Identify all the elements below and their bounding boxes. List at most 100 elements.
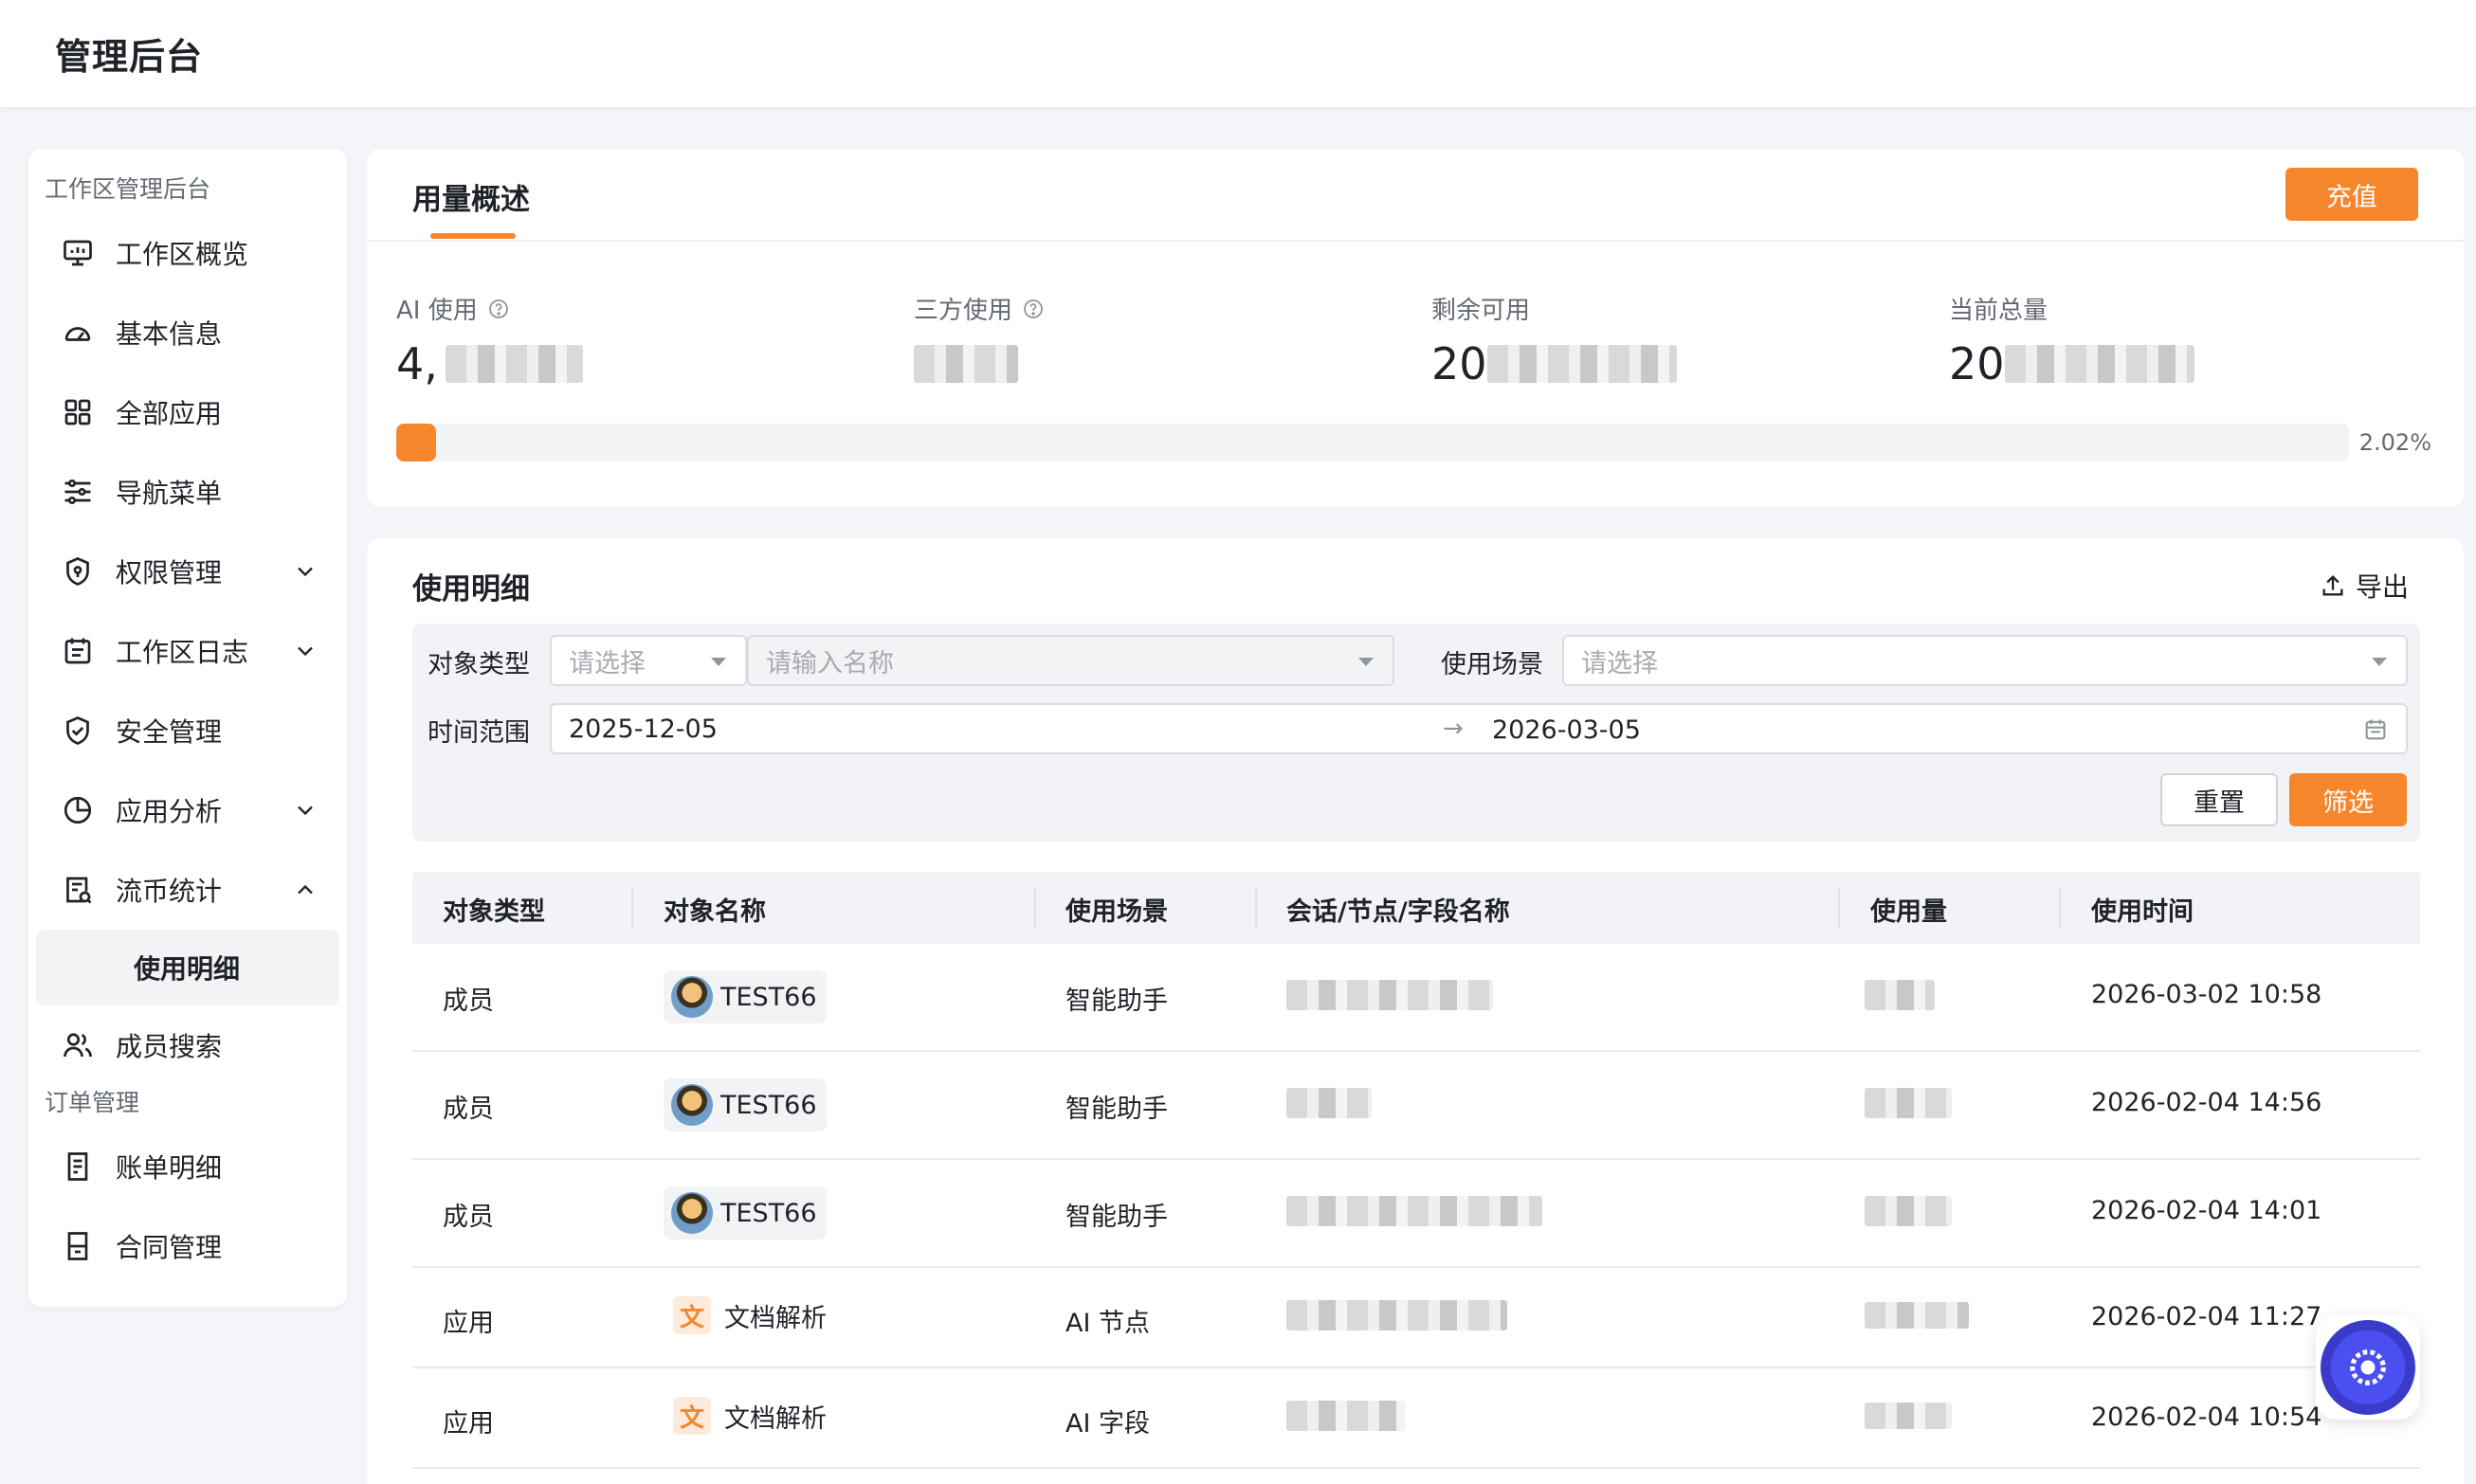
table-row[interactable]: 应用 文 文档解析 AI 字段 2026-02-04 10:54 (412, 1368, 2420, 1469)
stat-value: 4, (396, 338, 438, 389)
column-header: 使用量 (1870, 897, 1947, 927)
column-header: 对象类型 (443, 897, 545, 927)
column-header: 使用时间 (2091, 897, 2194, 927)
table-row[interactable]: 成员 TEST66 智能助手 2026-02-04 14:56 (412, 1052, 2420, 1160)
cell-scene: 智能助手 (1065, 1203, 1168, 1232)
redacted-session-name (1286, 1401, 1405, 1431)
export-button[interactable]: 导出 (2320, 567, 2409, 605)
object-type-select[interactable]: 请选择 (550, 635, 747, 686)
time-range-label: 时间范围 (428, 718, 530, 748)
reset-button[interactable]: 重置 (2160, 773, 2278, 826)
document-icon: 文 (673, 1296, 711, 1334)
top-bar: 管理后台 (0, 0, 2476, 107)
tab-usage-overview[interactable]: 用量概述 (412, 175, 530, 218)
section-title: 使用明细 (412, 572, 530, 606)
cell-object-name: TEST66 (720, 982, 817, 1012)
assistant-glyph-icon (2350, 1349, 2386, 1385)
sidebar-item-label: 流币统计 (116, 876, 223, 907)
redacted-value (2004, 345, 2194, 383)
cell-scene: 智能助手 (1065, 1095, 1168, 1124)
sidebar-item-label: 导航菜单 (116, 478, 223, 509)
chevron-down-icon (298, 805, 313, 816)
chevron-down-icon (298, 567, 313, 577)
sidebar-item-label: 全部应用 (116, 398, 223, 429)
assistant-logo-icon (2321, 1320, 2415, 1415)
cell-object-name: TEST66 (720, 1198, 817, 1228)
sidebar-item-contracts[interactable]: 合同管理 (28, 1206, 347, 1286)
column-separator (1255, 887, 1257, 929)
app-title: 管理后台 (55, 36, 204, 78)
stat-label: 三方使用 (914, 297, 1013, 325)
sidebar-item-workspace-log[interactable]: 工作区日志 (28, 611, 347, 691)
object-type-placeholder: 请选择 (569, 648, 646, 679)
assistant-float-button[interactable] (2316, 1315, 2420, 1420)
divider (367, 240, 2464, 242)
date-range-picker[interactable]: 2025-12-05 → 2026-03-05 (550, 703, 2408, 754)
sidebar-item-label: 基本信息 (116, 318, 223, 350)
redacted-usage (1865, 1196, 1952, 1226)
help-icon[interactable] (487, 298, 510, 320)
sidebar-subitem-usage-detail[interactable]: 使用明细 (36, 930, 339, 1005)
object-name-tag[interactable]: TEST66 (664, 970, 827, 1023)
sidebar-item-workspace-overview[interactable]: 工作区概览 (28, 213, 347, 293)
bill-icon (59, 1148, 97, 1185)
stat-remaining: 剩余可用 20 (1431, 291, 1677, 390)
sidebar-item-permissions[interactable]: 权限管理 (28, 532, 347, 611)
chevron-up-icon (298, 884, 313, 895)
table-row[interactable]: 成员 TEST66 智能助手 2026-02-04 14:01 (412, 1160, 2420, 1268)
object-name-tag[interactable]: TEST66 (664, 1078, 827, 1131)
sidebar-item-all-apps[interactable]: 全部应用 (28, 372, 347, 452)
usage-detail-card: 使用明细 导出 对象类型 请选择 请输入名称 使用场景 请选择 时间范围 202… (367, 538, 2464, 1484)
sidebar-item-app-analysis[interactable]: 应用分析 (28, 770, 347, 850)
sidebar-item-label: 应用分析 (116, 796, 223, 827)
shield-check-icon (59, 712, 97, 750)
object-name-tag[interactable]: TEST66 (664, 1186, 827, 1240)
pie-chart-icon (59, 791, 97, 829)
redacted-session-name (1286, 980, 1493, 1010)
help-icon[interactable] (1022, 298, 1045, 320)
sidebar-item-bills[interactable]: 账单明细 (28, 1127, 347, 1206)
recharge-button[interactable]: 充值 (2285, 168, 2418, 221)
sliders-icon (59, 473, 97, 511)
upload-icon (2322, 575, 2343, 596)
scene-select[interactable]: 请选择 (1562, 635, 2408, 686)
sidebar-item-security[interactable]: 安全管理 (28, 691, 347, 770)
end-date[interactable]: 2026-03-05 (1492, 715, 1641, 745)
object-name-tag[interactable]: 文 文档解析 (673, 1296, 827, 1334)
start-date[interactable]: 2025-12-05 (569, 715, 718, 744)
sidebar-item-label: 权限管理 (116, 557, 223, 588)
cell-scene: 智能助手 (1065, 986, 1168, 1016)
object-name-select[interactable]: 请输入名称 (747, 635, 1394, 686)
cell-object-name: 文档解析 (724, 1403, 827, 1434)
cell-object-type: 应用 (443, 1409, 494, 1439)
sidebar-item-label: 工作区日志 (116, 637, 249, 668)
stat-ai-usage: AI 使用 4, (396, 291, 583, 390)
sidebar-item-member-search[interactable]: 成员搜索 (28, 1005, 347, 1085)
tab-active-indicator (430, 233, 516, 239)
chevron-down-icon (298, 646, 313, 657)
cell-object-type: 应用 (443, 1309, 494, 1338)
column-header: 会话/节点/字段名称 (1286, 897, 1510, 927)
sidebar-item-coin-stats[interactable]: 流币统计 (28, 850, 347, 930)
usage-progress-fill (396, 424, 436, 461)
sidebar-item-nav-menu[interactable]: 导航菜单 (28, 452, 347, 532)
grid-icon (59, 393, 97, 431)
users-icon (59, 1026, 97, 1064)
object-name-placeholder: 请输入名称 (766, 648, 894, 679)
sidebar-item-label: 合同管理 (116, 1232, 223, 1263)
cell-scene: AI 字段 (1065, 1409, 1151, 1439)
sidebar-item-basic-info[interactable]: 基本信息 (28, 293, 347, 372)
document-icon: 文 (673, 1397, 711, 1435)
table-row[interactable]: 应用 文 文档解析 AI 节点 2026-02-04 11:27 (412, 1268, 2420, 1368)
stat-value: 20 (1431, 338, 1487, 389)
sidebar-item-label: 账单明细 (116, 1152, 223, 1184)
object-name-tag[interactable]: 文 文档解析 (673, 1397, 827, 1435)
filter-button[interactable]: 筛选 (2289, 773, 2407, 826)
table-row[interactable]: 成员 TEST66 智能助手 2026-03-02 10:58 (412, 944, 2420, 1052)
column-header: 对象名称 (664, 897, 766, 927)
avatar (671, 1084, 713, 1126)
cell-time: 2026-02-04 14:56 (2091, 1088, 2322, 1117)
caret-down-icon (2372, 658, 2387, 666)
redacted-usage (1865, 1088, 1952, 1118)
stat-value: 20 (1949, 338, 2005, 389)
